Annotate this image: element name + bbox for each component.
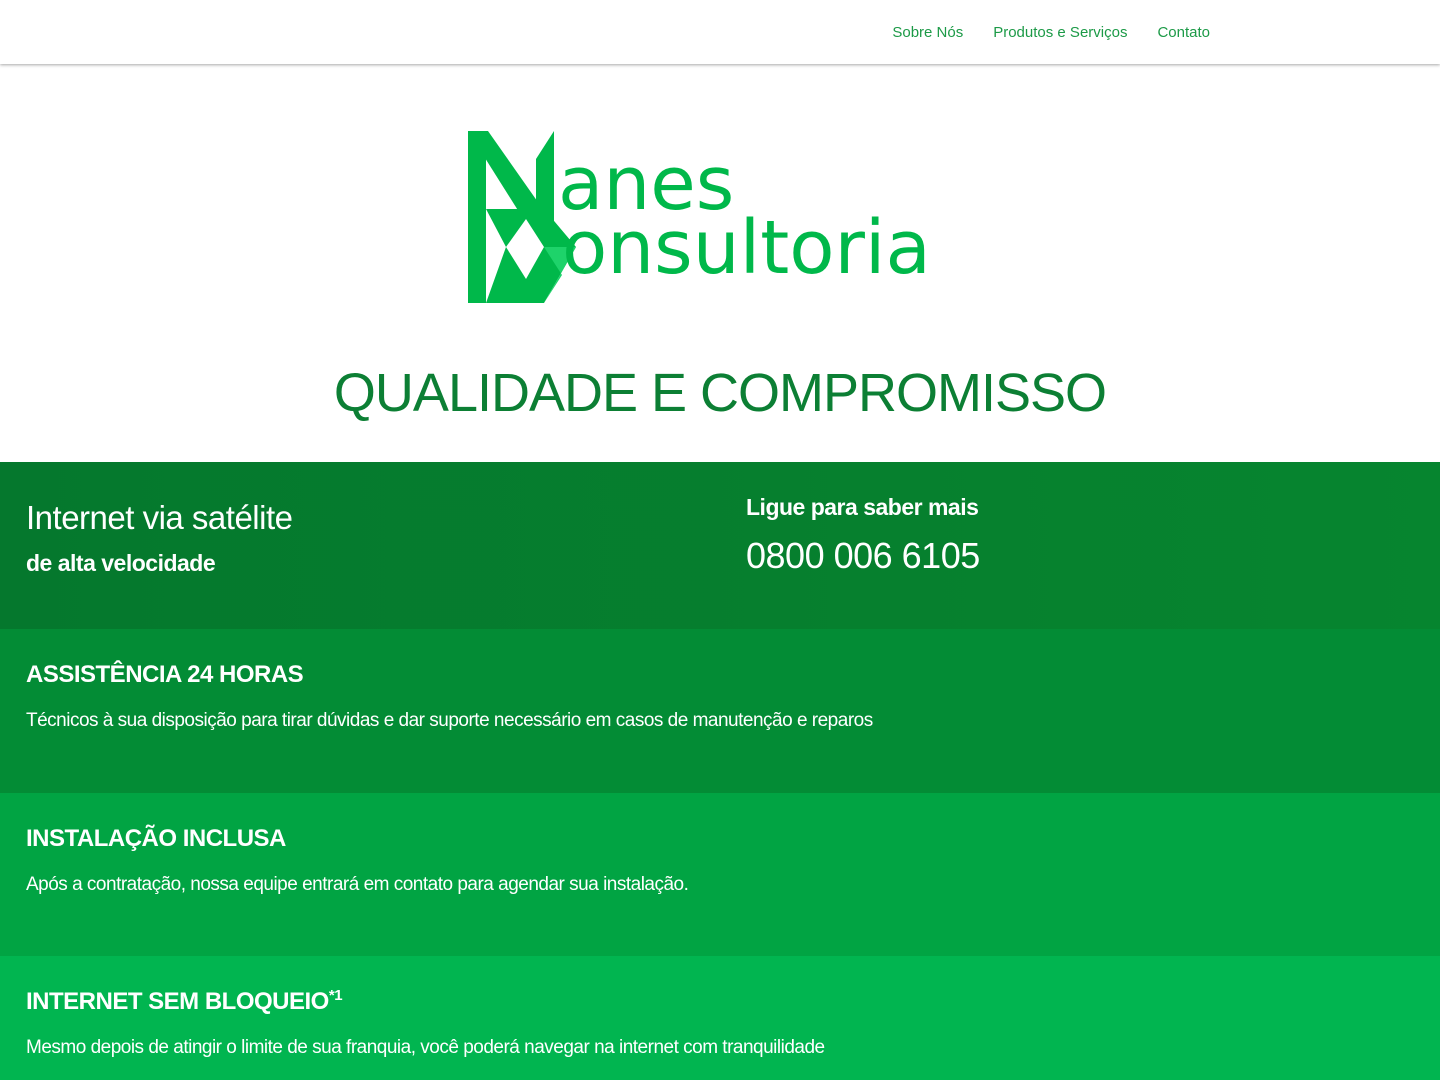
feature-text: Técnicos à sua disposição para tirar dúv… (26, 710, 873, 731)
cta-right: Ligue para saber mais 0800 006 6105 (746, 494, 980, 577)
feature-assistencia: ASSISTÊNCIA 24 HORAS Técnicos à sua disp… (0, 629, 1440, 793)
nav-link-sobre-nos[interactable]: Sobre Nós (892, 24, 963, 41)
cta-title: Internet via satélite (26, 499, 293, 536)
nav-link-produtos-servicos[interactable]: Produtos e Serviços (993, 24, 1127, 41)
feature-text: Após a contratação, nossa equipe entrará… (26, 874, 689, 895)
logo-text-line2: onsultoria (562, 205, 931, 291)
main-nav: Sobre Nós Produtos e Serviços Contato (892, 0, 1210, 64)
feature-text: Mesmo depois de atingir o limite de sua … (26, 1037, 825, 1058)
nav-link-contato[interactable]: Contato (1157, 24, 1210, 41)
cta-section: Internet via satélite de alta velocidade… (0, 462, 1440, 629)
cta-left: Internet via satélite de alta velocidade (26, 498, 293, 577)
hero-section: anes onsultoria QUALIDADE E COMPROMISSO (0, 65, 1440, 462)
manes-consultoria-logo: anes onsultoria (468, 131, 931, 303)
footnote-marker: *1 (328, 987, 343, 1004)
feature-title: INSTALAÇÃO INCLUSA (26, 825, 286, 852)
feature-title: INTERNET SEM BLOQUEIO*1 (26, 987, 343, 1015)
hero-tagline: QUALIDADE E COMPROMISSO (333, 363, 1107, 423)
call-label: Ligue para saber mais (746, 494, 979, 520)
top-navbar: Sobre Nós Produtos e Serviços Contato (0, 0, 1440, 64)
cta-subtitle: de alta velocidade (26, 550, 216, 576)
phone-number[interactable]: 0800 006 6105 (746, 535, 980, 577)
feature-sem-bloqueio: INTERNET SEM BLOQUEIO*1 Mesmo depois de … (0, 956, 1440, 1080)
feature-instalacao: INSTALAÇÃO INCLUSA Após a contratação, n… (0, 793, 1440, 956)
feature-title: ASSISTÊNCIA 24 HORAS (26, 661, 304, 688)
